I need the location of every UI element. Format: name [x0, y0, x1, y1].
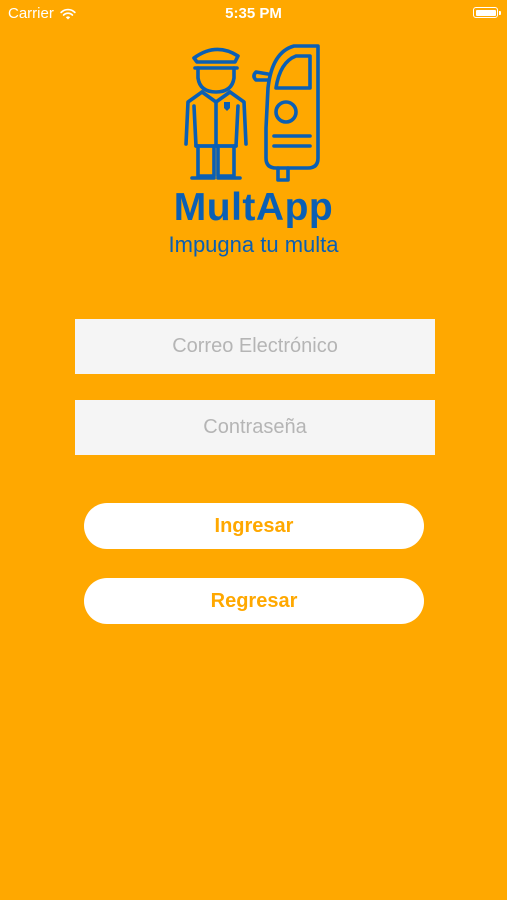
brand-name: MultApp [173, 186, 334, 229]
status-bar: Carrier 5:35 PM [0, 0, 507, 28]
officer-and-car-icon [184, 44, 320, 182]
password-field[interactable] [75, 400, 435, 455]
email-field[interactable] [75, 319, 435, 374]
clock: 5:35 PM [225, 5, 282, 22]
back-button[interactable]: Regresar [84, 578, 424, 624]
login-button[interactable]: Ingresar [84, 503, 424, 549]
battery-icon [473, 7, 501, 18]
brand-tagline: Impugna tu multa [168, 232, 339, 257]
